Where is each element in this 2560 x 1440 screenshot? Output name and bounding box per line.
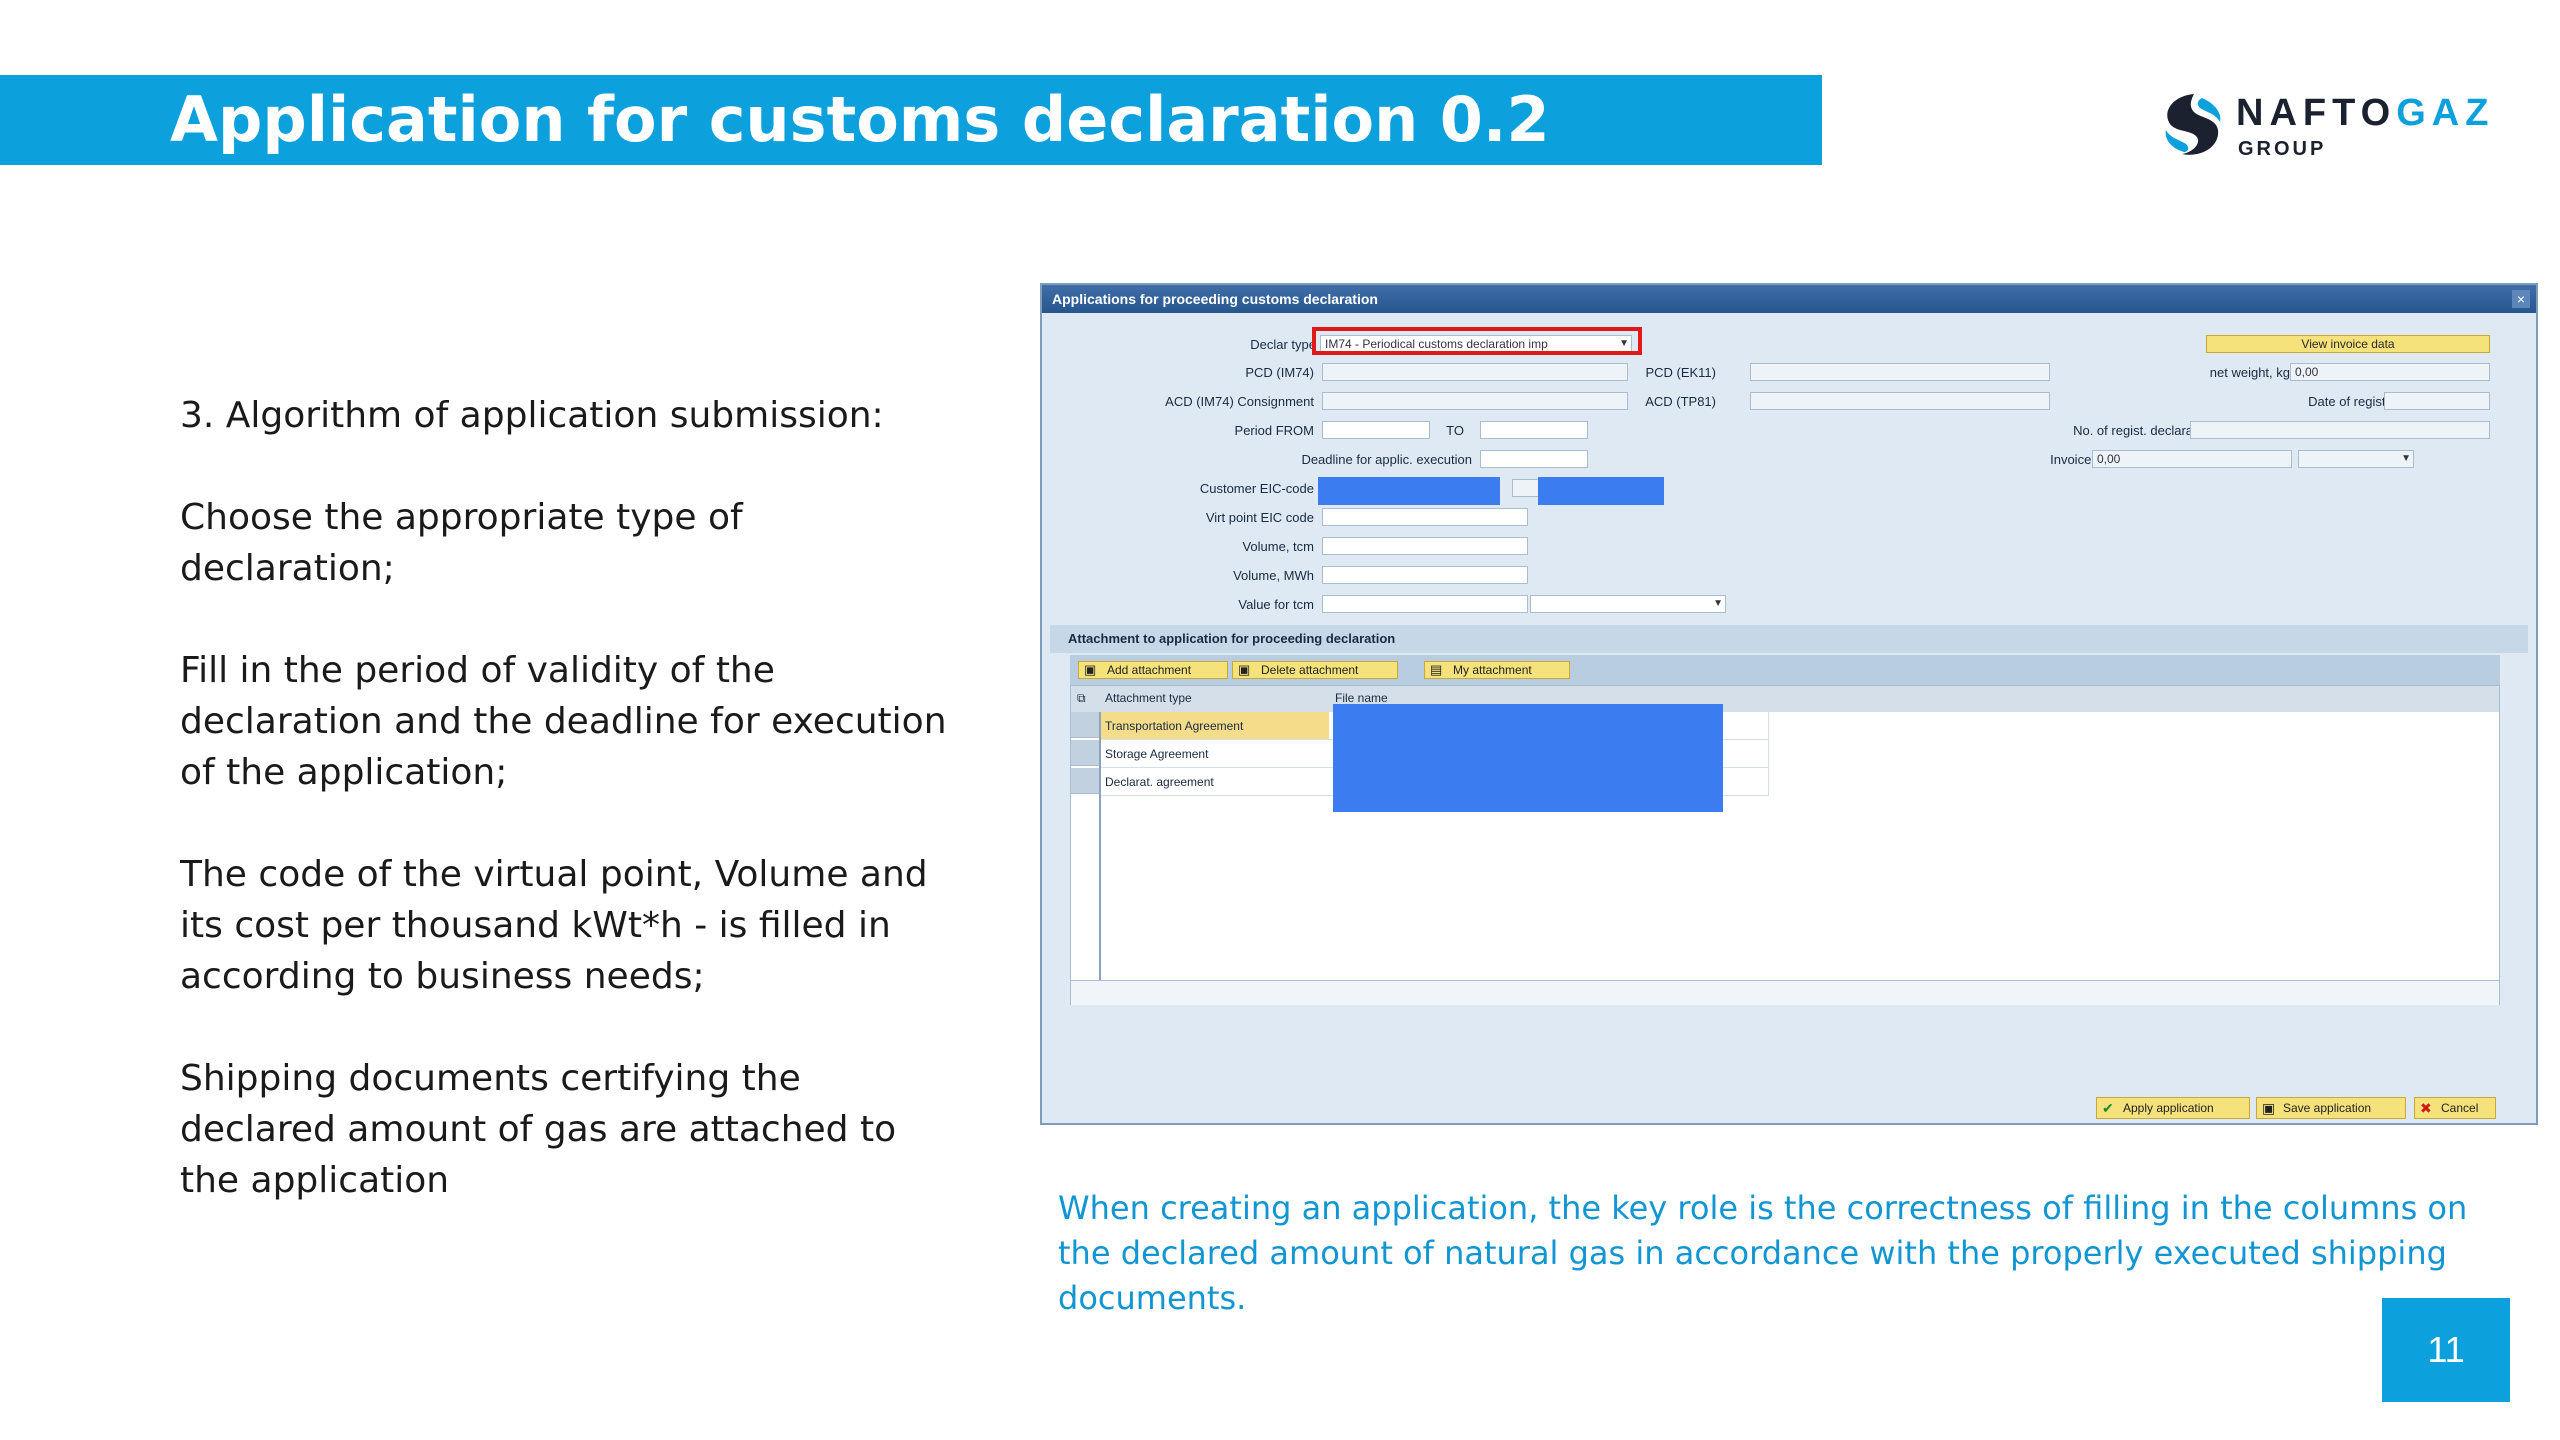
value-tcm-field[interactable] xyxy=(1322,595,1528,613)
pcd-ek11-field[interactable] xyxy=(1750,363,2050,381)
naftogaz-logo: NAFTOGAZ GROUP xyxy=(2158,88,2498,168)
volume-tcm-field[interactable] xyxy=(1322,537,1528,555)
net-weight-field[interactable]: 0,00 xyxy=(2290,363,2490,381)
logo-subtitle: GROUP xyxy=(2238,138,2327,160)
folder-icon: ▤ xyxy=(1430,662,1443,677)
attachment-table: ⧉ Attachment type File name Transportati… xyxy=(1070,685,2500,1005)
redacted-block xyxy=(1318,477,1500,505)
horizontal-scrollbar[interactable] xyxy=(1071,980,2499,1005)
close-icon[interactable]: × xyxy=(2512,290,2530,308)
customer-eic-label: Customer EIC-code xyxy=(1199,481,1314,496)
acd-tp81-label: ACD (TP81) xyxy=(1645,394,1716,409)
row-selector[interactable] xyxy=(1071,712,1099,738)
col-attachment-type: Attachment type xyxy=(1105,691,1192,705)
logo-swirl-icon xyxy=(2165,94,2221,155)
chevron-down-icon[interactable]: ▼ xyxy=(2401,451,2411,467)
date-registration-label: Date of registration xyxy=(2308,394,2418,409)
sap-window: Applications for proceeding customs decl… xyxy=(1040,283,2538,1125)
sap-window-title: Applications for proceeding customs decl… xyxy=(1042,285,2536,313)
redacted-block xyxy=(1333,704,1723,812)
col-file-name: File name xyxy=(1335,691,1388,705)
instruction-paragraph: Fill in the period of validity of the de… xyxy=(180,650,947,793)
instruction-paragraph: The code of the virtual point, Volume an… xyxy=(180,854,928,997)
my-attachment-button[interactable]: ▤ My attachment xyxy=(1424,661,1570,679)
volume-tcm-label: Volume, tcm xyxy=(1242,539,1314,554)
save-application-button[interactable]: ▣ Save application xyxy=(2256,1097,2406,1119)
to-label: TO xyxy=(1446,423,1464,438)
deadline-label: Deadline for applic. execution xyxy=(1301,452,1472,467)
save-icon: ▣ xyxy=(2262,1100,2276,1116)
currency-select[interactable]: ▼ xyxy=(1530,595,1726,613)
table-row[interactable]: Transportation Agreement xyxy=(1099,712,1329,740)
value-tcm-label: Value for tcm xyxy=(1238,597,1314,612)
attachment-section-title: Attachment to application for proceeding… xyxy=(1050,625,2528,653)
caption-text: When creating an application, the key ro… xyxy=(1058,1189,2468,1317)
volume-mwh-label: Volume, MWh xyxy=(1233,568,1314,583)
pcd-ek11-label: PCD (EK11) xyxy=(1645,365,1716,380)
divider xyxy=(1099,712,1101,1002)
checkmark-icon: ✔ xyxy=(2102,1100,2114,1116)
row-selector[interactable] xyxy=(1071,740,1099,766)
volume-mwh-field[interactable] xyxy=(1322,566,1528,584)
acd-consignment-field[interactable] xyxy=(1322,392,1628,410)
chevron-down-icon[interactable]: ▼ xyxy=(1713,596,1723,612)
highlight-box xyxy=(1312,327,1642,355)
pcd-im74-field[interactable] xyxy=(1322,363,1628,381)
apply-application-button[interactable]: ✔ Apply application xyxy=(2096,1097,2250,1119)
logo-wordmark: NAFTOGAZ xyxy=(2236,92,2495,134)
select-all-icon[interactable]: ⧉ xyxy=(1077,691,1086,706)
period-from-field[interactable] xyxy=(1322,421,1430,439)
regist-declaration-field[interactable] xyxy=(2190,421,2490,439)
row-selector[interactable] xyxy=(1071,768,1099,794)
net-weight-label: net weight, kg xyxy=(2209,365,2290,380)
instruction-paragraph: 3. Algorithm of application submission: xyxy=(180,395,884,436)
instruction-paragraph: Choose the appropriate type of declarati… xyxy=(180,497,743,589)
virt-point-field[interactable] xyxy=(1322,508,1528,526)
table-row[interactable]: Storage Agreement xyxy=(1099,740,1329,768)
close-icon: ✖ xyxy=(2420,1100,2432,1116)
regist-declaration-label: No. of regist. declaration xyxy=(2073,423,2214,438)
redacted-block xyxy=(1538,477,1664,505)
delete-attachment-button[interactable]: ▣ Delete attachment xyxy=(1232,661,1398,679)
invoice-currency-select[interactable]: ▼ xyxy=(2298,450,2414,468)
table-header: ⧉ Attachment type File name xyxy=(1071,686,2499,712)
period-to-field[interactable] xyxy=(1480,421,1588,439)
pcd-im74-label: PCD (IM74) xyxy=(1245,365,1314,380)
view-invoice-button[interactable]: View invoice data xyxy=(2206,335,2490,353)
add-attachment-button[interactable]: ▣ Add attachment xyxy=(1078,661,1228,679)
delete-document-icon: ▣ xyxy=(1238,662,1251,677)
date-registration-field[interactable] xyxy=(2384,392,2490,410)
add-document-icon: ▣ xyxy=(1084,662,1097,677)
deadline-field[interactable] xyxy=(1480,450,1588,468)
page-number: 11 xyxy=(2382,1298,2510,1402)
instruction-paragraph: Shipping documents certifying the declar… xyxy=(180,1058,897,1201)
invoice-value-field[interactable]: 0,00 xyxy=(2092,450,2292,468)
instructions-text: 3. Algorithm of application submission: … xyxy=(180,390,960,1257)
slide-title: Application for customs declaration 0.2 xyxy=(170,83,1550,156)
table-row[interactable]: Declarat. agreement xyxy=(1099,768,1329,796)
declar-type-label: Declar type xyxy=(1250,337,1316,352)
virt-point-label: Virt point EIC code xyxy=(1205,510,1314,525)
acd-tp81-field[interactable] xyxy=(1750,392,2050,410)
cancel-button[interactable]: ✖ Cancel xyxy=(2414,1097,2496,1119)
period-from-label: Period FROM xyxy=(1234,423,1314,438)
acd-consignment-label: ACD (IM74) Consignment xyxy=(1165,394,1314,409)
